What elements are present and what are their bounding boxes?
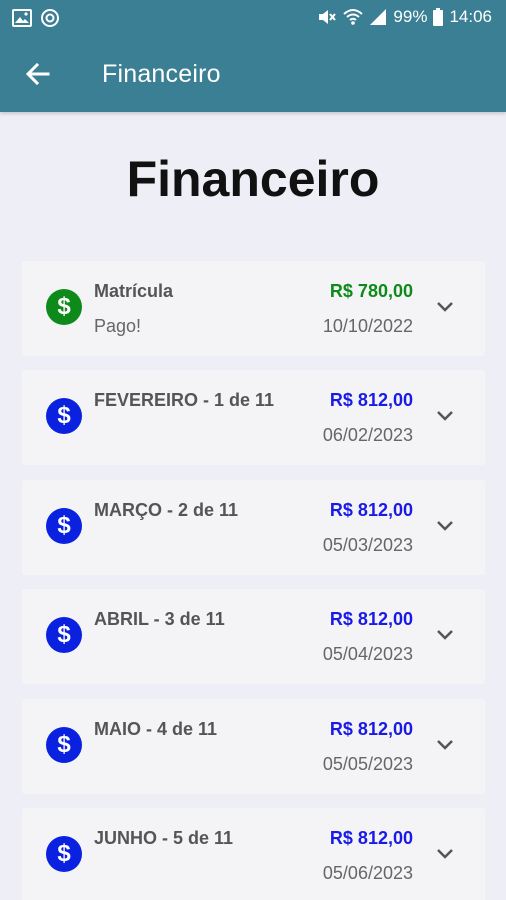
payment-card[interactable]: $ FEVEREIRO - 1 de 11 R$ 812,00 06/02/2023 [22, 370, 485, 465]
payment-amount: R$ 812,00 [329, 719, 413, 739]
battery-icon [433, 8, 444, 26]
wifi-icon [343, 8, 364, 26]
sync-notification-icon [40, 8, 60, 28]
chevron-down-icon[interactable] [433, 733, 457, 757]
chevron-down-icon[interactable] [433, 295, 457, 319]
payment-title: MARÇO - 2 de 11 [94, 500, 239, 520]
chevron-down-icon[interactable] [433, 404, 457, 428]
clock: 14:06 [449, 7, 492, 26]
payment-title: FEVEREIRO - 1 de 11 [94, 390, 275, 410]
payment-status: Pago! [94, 316, 142, 336]
dollar-icon: $ [46, 727, 82, 763]
payment-card[interactable]: $ MARÇO - 2 de 11 R$ 812,00 05/03/2023 [22, 480, 485, 575]
payment-title: ABRIL - 3 de 11 [94, 609, 225, 629]
payment-title: MAIO - 4 de 11 [94, 719, 218, 739]
payment-card[interactable]: $ MAIO - 4 de 11 R$ 812,00 05/05/2023 [22, 699, 485, 794]
page-title: Financeiro [126, 151, 380, 207]
dollar-icon: $ [46, 617, 82, 653]
dollar-icon: $ [46, 836, 82, 872]
payment-title: Matrícula [94, 281, 174, 301]
payment-date: 10/10/2022 [322, 316, 413, 336]
payment-amount: R$ 812,00 [329, 609, 413, 629]
payment-title: JUNHO - 5 de 11 [94, 828, 234, 848]
arrow-left-icon [25, 62, 50, 86]
gallery-notification-icon [12, 9, 32, 27]
back-button[interactable] [22, 58, 54, 90]
payment-amount: R$ 812,00 [329, 500, 413, 520]
payment-date: 05/05/2023 [322, 754, 413, 774]
chevron-down-icon[interactable] [433, 842, 457, 866]
dollar-icon: $ [46, 289, 82, 325]
payment-card[interactable]: $ Matrícula Pago! R$ 780,00 10/10/2022 [22, 261, 485, 356]
mute-icon [317, 8, 337, 26]
chevron-down-icon[interactable] [433, 623, 457, 647]
dollar-icon: $ [46, 398, 82, 434]
status-bar: 99% 14:06 [0, 0, 506, 36]
app-bar: Financeiro [0, 36, 506, 112]
payment-date: 06/02/2023 [322, 425, 413, 445]
payment-amount: R$ 812,00 [329, 390, 413, 410]
payment-amount: R$ 812,00 [329, 828, 413, 848]
payment-date: 05/04/2023 [322, 644, 413, 664]
battery-percent: 99% [393, 7, 428, 26]
payment-date: 05/06/2023 [322, 863, 413, 883]
payment-card[interactable]: $ JUNHO - 5 de 11 R$ 812,00 05/06/2023 [22, 808, 485, 900]
payment-amount: R$ 780,00 [329, 281, 413, 301]
payment-card[interactable]: $ ABRIL - 3 de 11 R$ 812,00 05/04/2023 [22, 589, 485, 684]
dollar-icon: $ [46, 508, 82, 544]
chevron-down-icon[interactable] [433, 514, 457, 538]
signal-icon [369, 8, 387, 26]
payment-date: 05/03/2023 [322, 535, 413, 555]
app-bar-title: Financeiro [102, 60, 221, 88]
